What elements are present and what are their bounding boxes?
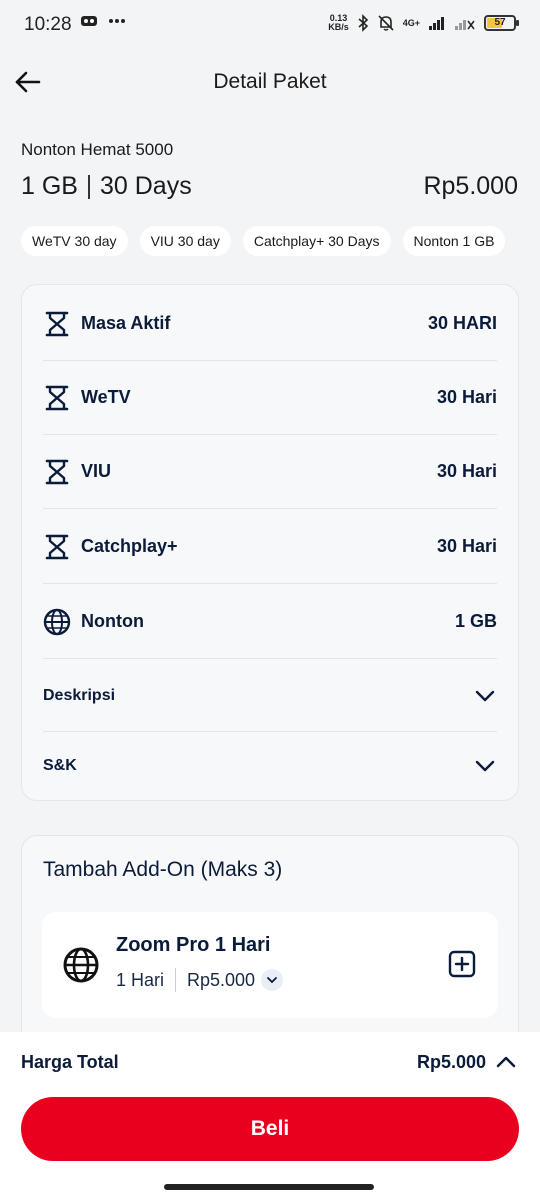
detail-label: VIU [81, 461, 112, 481]
detail-label: WeTV [81, 387, 131, 407]
quota-size: 1 GB [21, 172, 78, 200]
detail-label: Nonton [81, 611, 144, 631]
addon-name: Zoom Pro 1 Hari [116, 934, 271, 956]
globe-icon [43, 608, 71, 636]
total-value: Rp5.000 [416, 1052, 486, 1072]
price-dropdown[interactable] [261, 969, 284, 991]
detail-row-wetv: WeTV 30 Hari [43, 361, 497, 435]
quota-duration: 30 Days [99, 172, 192, 200]
hourglass-icon [43, 310, 71, 338]
signal-icon [429, 17, 444, 30]
detail-row-viu: VIU 30 Hari [43, 435, 497, 509]
status-time: 10:28 [24, 14, 72, 35]
addon-title: Tambah Add-On (Maks 3) [43, 858, 283, 881]
detail-row-catchplay: Catchplay+ 30 Hari [43, 510, 497, 584]
detail-label: Catchplay+ [81, 536, 178, 556]
more-notifications-icon [109, 19, 125, 23]
chevron-down-icon [267, 977, 277, 984]
package-name: Nonton Hemat 5000 [21, 140, 174, 159]
detail-value: 30 Hari [436, 461, 497, 481]
addon-meta: 1 Hari Rp5.000 [116, 968, 284, 992]
bluetooth-icon [358, 14, 368, 32]
silent-bell-icon [378, 15, 394, 31]
divider [175, 968, 177, 992]
addon-item[interactable]: Zoom Pro 1 Hari 1 Hari Rp5.000 [42, 912, 498, 1018]
buy-button[interactable]: Beli [21, 1097, 519, 1161]
globe-icon [63, 947, 99, 983]
detail-row-nonton: Nonton 1 GB [43, 585, 497, 659]
add-addon-icon[interactable] [448, 950, 476, 978]
package-quota: 1 GB 30 Days [21, 172, 192, 201]
description-label: Deskripsi [43, 686, 116, 704]
header: Detail Paket [0, 52, 540, 112]
notification-app-icon [81, 16, 97, 26]
hourglass-icon [43, 458, 71, 486]
battery-icon: 57 [484, 15, 519, 31]
chip-viu: VIU 30 day [139, 226, 231, 256]
detail-row-masa-aktif: Masa Aktif 30 HARI [43, 287, 497, 361]
network-type: 4G+ [402, 18, 420, 28]
detail-value: 30 HARI [427, 313, 497, 333]
signal-weak-icon [455, 20, 475, 30]
detail-label: Masa Aktif [81, 313, 171, 333]
chevron-up-icon[interactable] [494, 1050, 518, 1074]
addon-duration: 1 Hari [116, 969, 165, 990]
detail-value: 30 Hari [436, 536, 497, 556]
detail-value: 30 Hari [436, 387, 497, 407]
terms-toggle[interactable]: S&K [43, 732, 497, 800]
status-bar: 10:28 0.13 KB/s 4G+ 57 [0, 0, 540, 52]
net-speed: 0.13 KB/s [328, 13, 349, 32]
benefit-chips: WeTV 30 day VIU 30 day Catchplay+ 30 Day… [21, 226, 506, 256]
hourglass-icon [43, 533, 71, 561]
total-label: Harga Total [21, 1052, 119, 1072]
detail-value: 1 GB [454, 611, 497, 631]
terms-label: S&K [43, 757, 77, 774]
page-title: Detail Paket [213, 70, 327, 93]
chip-nonton: Nonton 1 GB [402, 226, 506, 256]
home-indicator[interactable] [164, 1184, 374, 1190]
package-details-card: Masa Aktif 30 HARI WeTV 30 Hari VIU 30 H… [21, 284, 519, 801]
divider [87, 174, 90, 199]
chip-catchplay: Catchplay+ 30 Days [242, 226, 391, 256]
hourglass-icon [43, 384, 71, 412]
addon-price: Rp5.000 [187, 969, 256, 990]
chip-wetv: WeTV 30 day [21, 226, 128, 256]
checkout-bar: Harga Total Rp5.000 Beli [0, 1032, 540, 1200]
package-price: Rp5.000 [423, 172, 518, 200]
chevron-down-icon [475, 760, 495, 772]
description-toggle[interactable]: Deskripsi [43, 660, 497, 732]
chevron-down-icon [475, 690, 495, 701]
